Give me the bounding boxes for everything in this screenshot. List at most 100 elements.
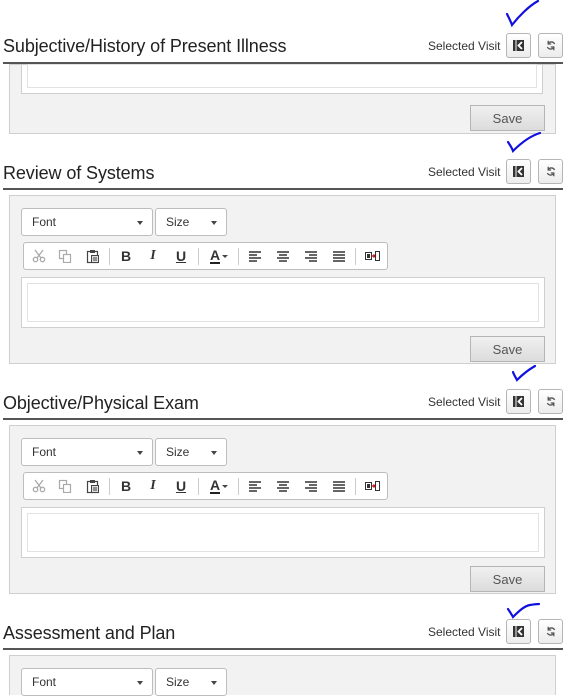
insert-field-icon [364, 480, 380, 491]
refresh-icon [546, 626, 555, 637]
selected-visit-label: Selected Visit [428, 625, 501, 639]
refresh-button[interactable] [538, 33, 563, 58]
history-editor[interactable] [21, 64, 543, 94]
physical-exam-panel: Font Size B I U A Save [9, 425, 556, 594]
cut-icon [32, 249, 46, 263]
align-center-button[interactable] [271, 243, 295, 269]
chevron-down-icon [222, 484, 229, 488]
refresh-icon [546, 166, 555, 177]
collapse-icon [513, 40, 524, 51]
checkmark-annotation [505, 0, 540, 28]
section-title-review-of-systems: Review of Systems [3, 163, 155, 183]
chevron-down-icon [137, 681, 143, 685]
checkmark-annotation [506, 602, 541, 619]
chevron-down-icon [211, 221, 217, 225]
section-divider [3, 418, 563, 420]
font-dropdown[interactable]: Font [21, 438, 153, 466]
align-left-button[interactable] [243, 243, 267, 269]
size-dropdown-label: Size [166, 675, 190, 689]
italic-button[interactable]: I [141, 243, 165, 269]
selected-visit-button[interactable] [506, 33, 531, 58]
section-title-assessment-plan: Assessment and Plan [3, 623, 176, 643]
chevron-down-icon [137, 451, 143, 455]
checkmark-annotation [506, 131, 542, 154]
align-right-button[interactable] [299, 243, 323, 269]
selected-visit-button[interactable] [506, 389, 531, 414]
paste-button[interactable] [81, 473, 105, 499]
insert-field-icon [364, 250, 380, 261]
selected-visit-label: Selected Visit [428, 165, 501, 179]
refresh-icon [546, 40, 555, 51]
align-right-button[interactable] [299, 473, 323, 499]
justify-button[interactable] [327, 243, 351, 269]
size-dropdown-label: Size [166, 445, 190, 459]
cut-button[interactable] [27, 473, 51, 499]
cut-button[interactable] [27, 243, 51, 269]
size-dropdown-label: Size [166, 215, 190, 229]
review-of-systems-editor[interactable] [21, 277, 545, 328]
section-title-physical-exam: Objective/Physical Exam [3, 393, 199, 413]
editor-toolbar: B I U A [23, 472, 388, 500]
refresh-button[interactable] [538, 159, 563, 184]
font-color-icon: A [209, 246, 221, 264]
justify-icon [333, 250, 345, 262]
refresh-icon [546, 396, 555, 407]
section-divider [3, 648, 563, 650]
align-center-button[interactable] [271, 473, 295, 499]
copy-button[interactable] [53, 473, 77, 499]
save-button[interactable]: Save [470, 336, 545, 362]
save-button[interactable]: Save [470, 566, 545, 592]
paste-icon [86, 479, 99, 493]
collapse-icon [513, 396, 524, 407]
collapse-icon [513, 166, 524, 177]
chevron-down-icon [211, 681, 217, 685]
save-button[interactable]: Save [470, 105, 545, 131]
size-dropdown[interactable]: Size [155, 438, 227, 466]
refresh-button[interactable] [538, 619, 563, 644]
selected-visit-label: Selected Visit [428, 39, 501, 53]
bold-button[interactable]: B [114, 473, 138, 499]
refresh-button[interactable] [538, 389, 563, 414]
font-color-icon: A [209, 476, 221, 494]
copy-button[interactable] [53, 243, 77, 269]
assessment-plan-panel: Font Size [9, 655, 556, 696]
checkmark-annotation [511, 364, 537, 382]
selected-visit-button[interactable] [506, 619, 531, 644]
size-dropdown[interactable]: Size [155, 208, 227, 236]
align-left-icon [249, 480, 261, 492]
justify-button[interactable] [327, 473, 351, 499]
selected-visit-button[interactable] [506, 159, 531, 184]
section-title-history: Subjective/History of Present Illness [3, 36, 287, 56]
bold-button[interactable]: B [114, 243, 138, 269]
section-divider [3, 188, 563, 190]
font-dropdown-label: Font [32, 215, 57, 229]
review-of-systems-panel: Font Size B I U A Save [9, 195, 556, 364]
font-color-button[interactable]: A [204, 473, 234, 499]
font-color-button[interactable]: A [204, 243, 234, 269]
underline-button[interactable]: U [169, 243, 193, 269]
history-panel: Save [9, 64, 556, 134]
italic-button[interactable]: I [141, 473, 165, 499]
align-left-button[interactable] [243, 473, 267, 499]
align-center-icon [277, 480, 289, 492]
copy-icon [58, 249, 72, 263]
copy-icon [58, 479, 72, 493]
collapse-icon [513, 626, 524, 637]
font-dropdown-label: Font [32, 445, 57, 459]
font-dropdown[interactable]: Font [21, 208, 153, 236]
insert-field-button[interactable] [360, 473, 384, 499]
cut-icon [32, 479, 46, 493]
justify-icon [333, 480, 345, 492]
physical-exam-editor[interactable] [21, 507, 545, 558]
chevron-down-icon [137, 221, 143, 225]
align-center-icon [277, 250, 289, 262]
size-dropdown[interactable]: Size [155, 668, 227, 696]
font-dropdown[interactable]: Font [21, 668, 153, 696]
align-left-icon [249, 250, 261, 262]
insert-field-button[interactable] [360, 243, 384, 269]
underline-button[interactable]: U [169, 473, 193, 499]
align-right-icon [305, 250, 317, 262]
align-right-icon [305, 480, 317, 492]
selected-visit-label: Selected Visit [428, 395, 501, 409]
paste-button[interactable] [81, 243, 105, 269]
